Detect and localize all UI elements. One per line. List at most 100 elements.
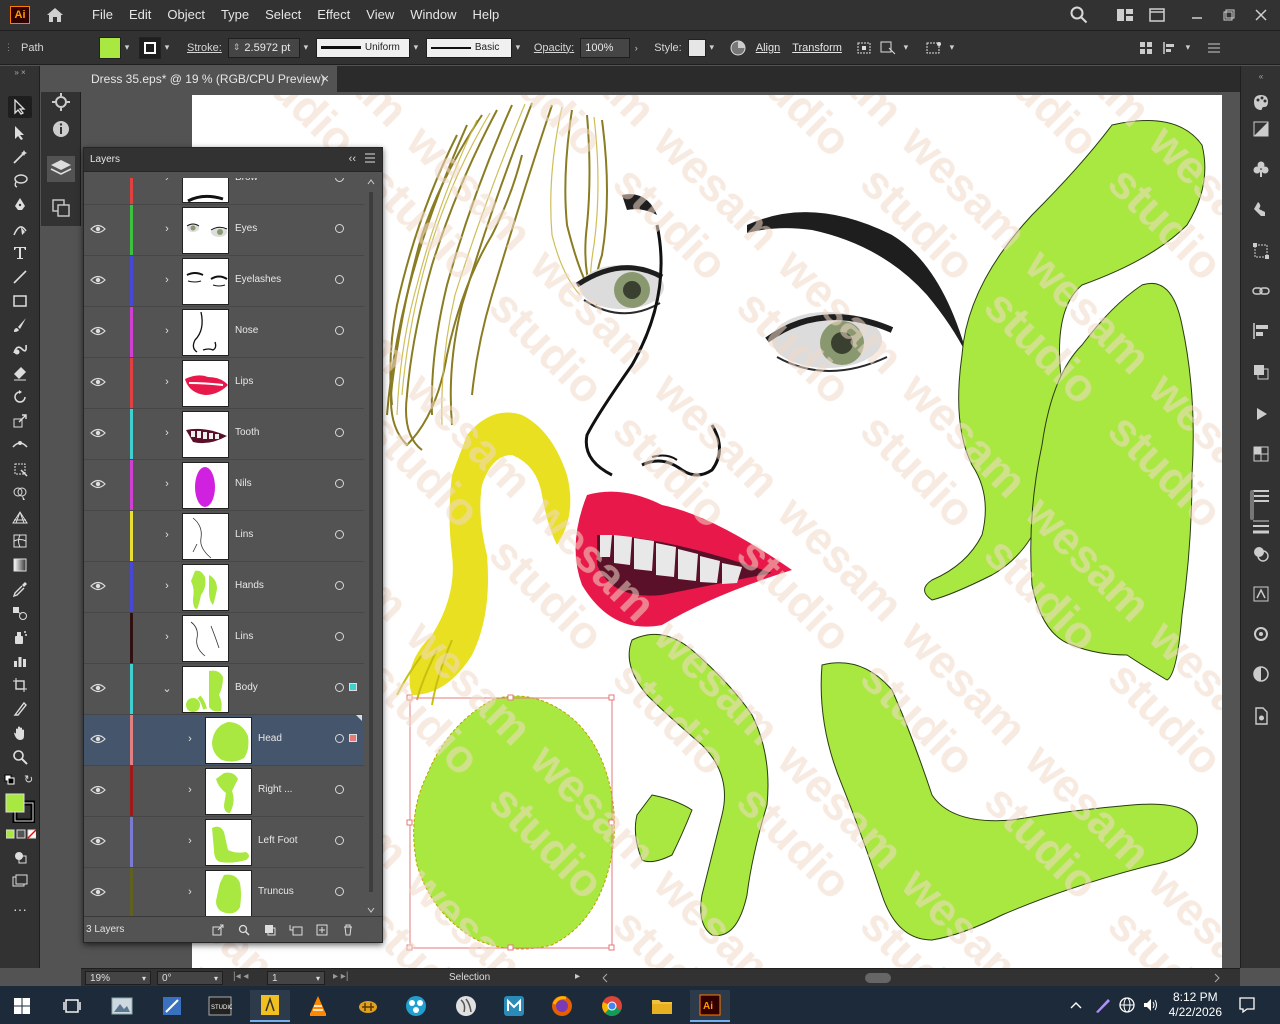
expand-chevron-icon[interactable]: › bbox=[162, 178, 172, 184]
layers-panel-title[interactable]: Layers bbox=[90, 154, 120, 165]
zoom-tool-icon[interactable] bbox=[8, 746, 32, 768]
current-tool-status[interactable]: Selection bbox=[449, 972, 490, 983]
paintbrush-tool-icon[interactable] bbox=[8, 314, 32, 336]
curvature-tool-icon[interactable] bbox=[8, 218, 32, 240]
file-explorer-icon[interactable] bbox=[642, 990, 682, 1022]
align-options-icon[interactable] bbox=[1158, 37, 1182, 59]
chrome-icon[interactable] bbox=[592, 990, 632, 1022]
expand-chevron-icon[interactable]: › bbox=[185, 835, 195, 847]
layer-row-eyes[interactable]: › Eyes bbox=[84, 205, 364, 256]
expand-chevron-icon[interactable]: › bbox=[162, 274, 172, 286]
artboard-chevron-icon[interactable]: ▾ bbox=[316, 974, 320, 983]
visibility-eye-icon[interactable] bbox=[90, 682, 106, 694]
visibility-eye-icon[interactable] bbox=[90, 376, 106, 388]
panel-menu-icon[interactable] bbox=[364, 152, 376, 164]
layer-row-hands[interactable]: › Hands bbox=[84, 562, 364, 613]
align-link[interactable]: Align bbox=[756, 42, 780, 54]
info-panel-icon[interactable] bbox=[51, 119, 71, 139]
horizontal-scrollbar[interactable] bbox=[601, 972, 1221, 984]
stroke-label[interactable]: Stroke: bbox=[187, 42, 222, 54]
visibility-eye-icon[interactable] bbox=[90, 835, 106, 847]
menu-view[interactable]: View bbox=[358, 0, 402, 30]
magic-wand-tool-icon[interactable] bbox=[8, 146, 32, 168]
target-circle-icon[interactable] bbox=[335, 734, 344, 743]
zoom-chevron-icon[interactable]: ▾ bbox=[142, 974, 146, 983]
target-circle-icon[interactable] bbox=[335, 530, 344, 539]
studio-app-icon[interactable]: STUDIO bbox=[200, 990, 240, 1022]
layer-name[interactable]: Brow bbox=[235, 178, 258, 183]
selection-indicator[interactable] bbox=[349, 734, 357, 742]
shaper-tool-icon[interactable] bbox=[8, 338, 32, 360]
column-graph-tool-icon[interactable] bbox=[8, 650, 32, 672]
line-segment-tool-icon[interactable] bbox=[8, 266, 32, 288]
drawing-modes-icon[interactable] bbox=[8, 846, 32, 868]
menu-file[interactable]: File bbox=[84, 0, 121, 30]
paint-app-icon[interactable] bbox=[250, 990, 290, 1022]
layers-panel-header[interactable]: Layers ‹‹ bbox=[84, 148, 382, 172]
recolor-artwork-icon[interactable] bbox=[726, 37, 750, 59]
arrange-panels-icon[interactable] bbox=[1134, 37, 1158, 59]
selection-tool-icon[interactable] bbox=[8, 96, 32, 118]
zoom-field[interactable]: 19% ▾ bbox=[85, 971, 151, 985]
layer-row-left-foot[interactable]: › Left Foot bbox=[84, 817, 364, 868]
search-icon[interactable] bbox=[1066, 4, 1092, 26]
layer-name[interactable]: Nils bbox=[235, 478, 252, 489]
target-circle-icon[interactable] bbox=[335, 683, 344, 692]
visibility-eye-icon[interactable] bbox=[90, 178, 106, 184]
minimize-icon[interactable] bbox=[1184, 4, 1210, 26]
edit-toolbar-icon[interactable]: ··· bbox=[8, 898, 32, 920]
target-circle-icon[interactable] bbox=[335, 479, 344, 488]
expand-chevron-icon[interactable]: › bbox=[162, 325, 172, 337]
expand-chevron-icon[interactable]: › bbox=[162, 580, 172, 592]
menu-select[interactable]: Select bbox=[257, 0, 309, 30]
layer-row-lins[interactable]: › Lins bbox=[84, 511, 364, 562]
layer-row-lips[interactable]: › Lips bbox=[84, 358, 364, 409]
layer-name[interactable]: Eyes bbox=[235, 223, 257, 234]
artboards-panel-icon[interactable] bbox=[51, 198, 71, 218]
graphic-style-swatch[interactable] bbox=[687, 38, 706, 57]
warp-chevron-icon[interactable]: ▾ bbox=[946, 37, 958, 59]
locate-object-icon[interactable] bbox=[234, 920, 254, 940]
stroke-weight-chevron-icon[interactable]: ▾ bbox=[300, 37, 312, 59]
visibility-eye-icon[interactable] bbox=[90, 223, 106, 235]
layer-name[interactable]: Head bbox=[258, 733, 282, 744]
layer-row-nose[interactable]: › Nose bbox=[84, 307, 364, 358]
visibility-eye-icon[interactable] bbox=[90, 631, 106, 643]
expand-chevron-icon[interactable]: › bbox=[162, 223, 172, 235]
eyedropper-tool-icon[interactable] bbox=[8, 578, 32, 600]
volume-icon[interactable] bbox=[1142, 986, 1160, 1024]
swap-fill-stroke-icon[interactable]: ↻ bbox=[24, 774, 36, 786]
pinwheel-app-icon[interactable] bbox=[396, 990, 436, 1022]
control-panel-menu-icon[interactable] bbox=[1202, 37, 1226, 59]
screen-mode-icon[interactable] bbox=[8, 870, 32, 892]
windows-start-icon[interactable] bbox=[2, 990, 42, 1022]
symbol-sprayer-tool-icon[interactable] bbox=[8, 626, 32, 648]
visibility-eye-icon[interactable] bbox=[90, 886, 106, 898]
blend-tool-icon[interactable] bbox=[8, 602, 32, 624]
expand-chevron-icon[interactable]: › bbox=[162, 631, 172, 643]
dock-grip[interactable]: « bbox=[1245, 72, 1277, 81]
target-circle-icon[interactable] bbox=[335, 785, 344, 794]
pen-workspace-icon[interactable] bbox=[1094, 986, 1112, 1024]
snipping-tool-icon[interactable] bbox=[152, 990, 192, 1022]
stroke-color-swatch[interactable] bbox=[139, 36, 161, 59]
close-tab-icon[interactable]: × bbox=[321, 71, 329, 86]
visibility-eye-icon[interactable] bbox=[90, 274, 106, 286]
fill-color-swatch[interactable] bbox=[99, 36, 121, 59]
layer-name[interactable]: Lips bbox=[235, 376, 253, 387]
perspective-grid-tool-icon[interactable] bbox=[8, 506, 32, 528]
properties-panel-icon[interactable] bbox=[51, 92, 71, 112]
vlc-icon[interactable] bbox=[298, 990, 338, 1022]
mesh-tool-icon[interactable] bbox=[8, 530, 32, 552]
expand-chevron-icon[interactable]: › bbox=[185, 886, 195, 898]
layer-name[interactable]: Right ... bbox=[258, 784, 292, 795]
stepper-icon[interactable]: ⇕ bbox=[233, 42, 241, 53]
expand-chevron-icon[interactable]: › bbox=[162, 529, 172, 541]
menu-edit[interactable]: Edit bbox=[121, 0, 159, 30]
opacity-label[interactable]: Opacity: bbox=[534, 42, 574, 54]
artboard-tool-icon[interactable] bbox=[8, 674, 32, 696]
collapse-panel-icon[interactable]: ‹‹ bbox=[349, 153, 356, 165]
layer-row-truncus[interactable]: › Truncus bbox=[84, 868, 364, 916]
create-new-layer-icon[interactable] bbox=[312, 920, 332, 940]
layer-row-tooth[interactable]: › Tooth bbox=[84, 409, 364, 460]
